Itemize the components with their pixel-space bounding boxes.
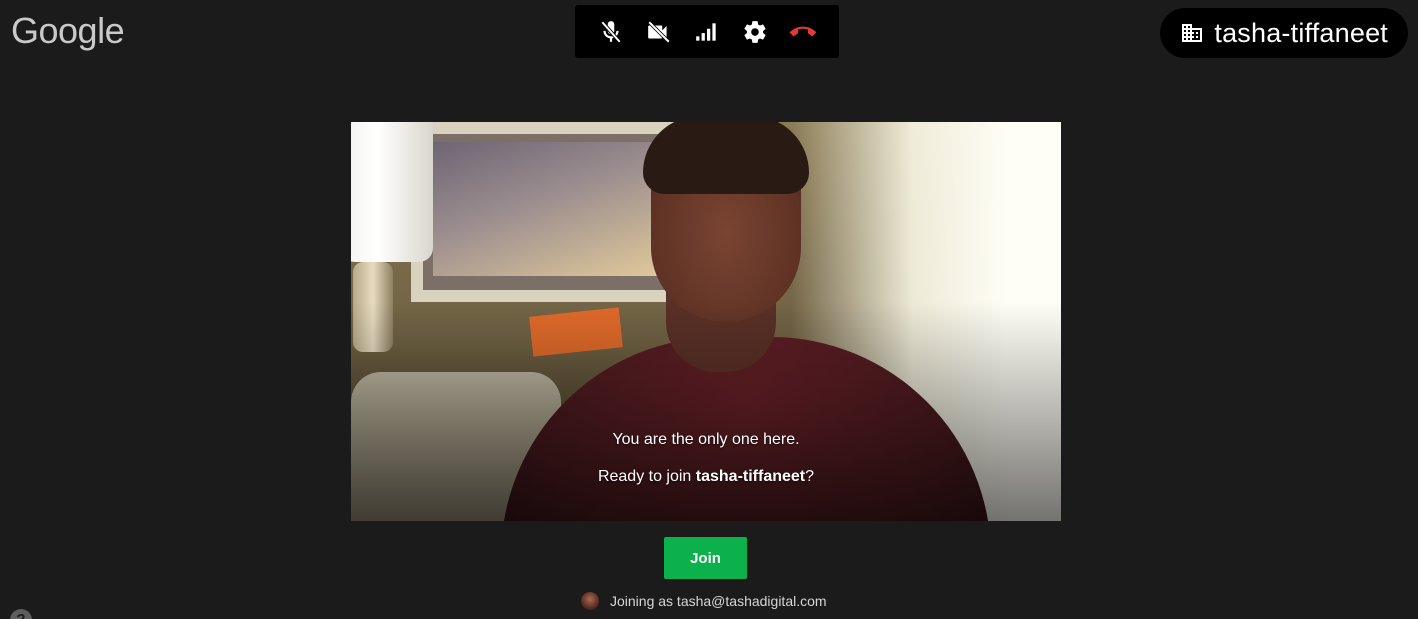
joining-as: Joining as tasha@tashadigital.com xyxy=(581,592,827,610)
building-icon xyxy=(1180,21,1204,45)
video-off-icon xyxy=(647,20,671,43)
meeting-lobby: Google tasha-tiffaneet You are the only … xyxy=(0,0,1418,619)
signal-icon xyxy=(696,22,716,41)
ready-to-join-message: Ready to join tasha-tiffaneet? xyxy=(597,468,815,485)
hangup-icon xyxy=(790,26,816,36)
gear-icon xyxy=(744,20,766,43)
camera-off-button[interactable] xyxy=(639,12,679,52)
call-toolbar xyxy=(575,5,839,58)
room-name-pill: tasha-tiffaneet xyxy=(1160,8,1408,58)
only-one-here-message: You are the only one here. xyxy=(612,431,800,448)
join-button[interactable]: Join xyxy=(664,537,747,579)
room-name-bold: tasha-tiffaneet xyxy=(695,468,806,485)
hang-up-button[interactable] xyxy=(783,12,823,52)
joining-as-text: Joining as tasha@tashadigital.com xyxy=(610,593,827,609)
settings-button[interactable] xyxy=(735,12,775,52)
camera-preview: You are the only one here. Ready to join… xyxy=(351,122,1061,521)
help-icon[interactable]: ? xyxy=(10,609,32,619)
avatar xyxy=(581,592,599,610)
mic-off-icon xyxy=(600,20,622,43)
connection-quality-button[interactable] xyxy=(687,12,727,52)
google-logo: Google xyxy=(11,10,125,51)
room-name: tasha-tiffaneet xyxy=(1214,17,1388,48)
mute-microphone-button[interactable] xyxy=(591,12,631,52)
